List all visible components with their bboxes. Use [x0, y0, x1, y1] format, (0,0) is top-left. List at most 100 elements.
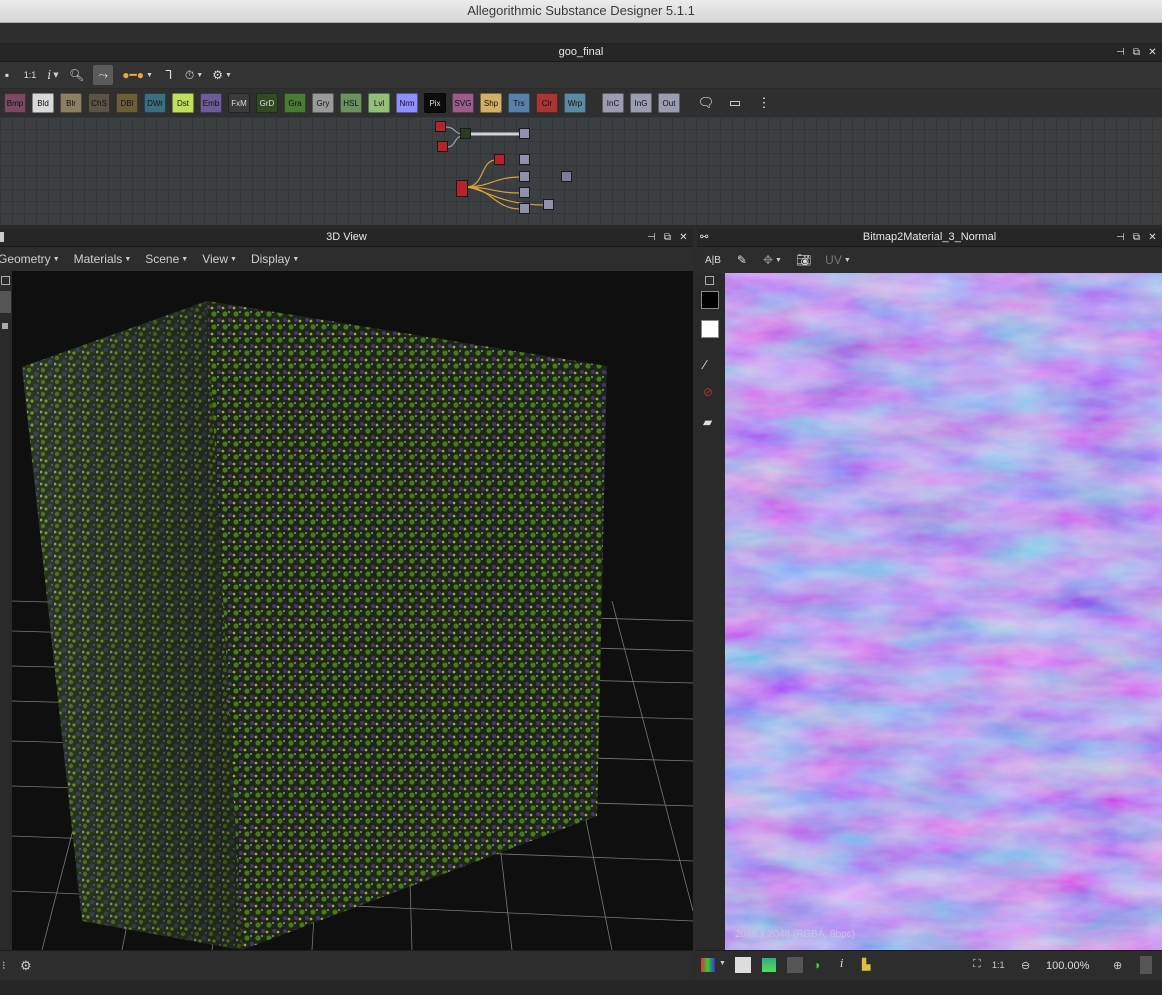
- checker-background-icon[interactable]: [735, 957, 751, 973]
- graph-node-output-3[interactable]: [519, 171, 530, 182]
- node-graph-canvas[interactable]: [0, 117, 1162, 225]
- fit-view-icon[interactable]: ▪: [0, 65, 14, 85]
- node-button-hsl[interactable]: HSL: [340, 93, 362, 113]
- lock-icon[interactable]: [0, 291, 11, 313]
- edit-icon[interactable]: ✎: [735, 250, 749, 270]
- stamp-icon[interactable]: ⊘: [703, 385, 713, 399]
- histogram-icon[interactable]: ▙: [862, 958, 870, 971]
- node-button-chs[interactable]: ChS: [88, 93, 110, 113]
- view2d-toolbar: A|B ✎ ✥ ▼ 📷︎ UV ▼: [697, 247, 1162, 273]
- node-button-gry[interactable]: Gry: [312, 93, 334, 113]
- channel-dropdown-caret[interactable]: ▼: [719, 960, 726, 967]
- zoom-1-1-button[interactable]: 1:1: [23, 65, 37, 85]
- node-button-bmp[interactable]: Bmp: [4, 93, 26, 113]
- search-icon[interactable]: 🔍︎: [69, 65, 84, 85]
- node-button-inc[interactable]: InC: [602, 93, 624, 113]
- uv-toggle[interactable]: UV ▼: [825, 250, 851, 270]
- rgb-mode-icon[interactable]: [787, 957, 803, 973]
- node-button-bld[interactable]: Bld: [32, 93, 54, 113]
- node-button-gra[interactable]: Gra: [284, 93, 306, 113]
- node-button-wrp[interactable]: Wrp: [564, 93, 586, 113]
- camera-icon[interactable]: 📷︎: [796, 250, 811, 270]
- node-button-ing[interactable]: InG: [630, 93, 652, 113]
- graph-node-output-4[interactable]: [561, 171, 572, 182]
- node-button-fxm[interactable]: FxM: [228, 93, 250, 113]
- zoom-1-1-button[interactable]: 1:1: [992, 960, 1005, 970]
- comment-icon[interactable]: 🗨: [697, 94, 715, 112]
- node-button-emb[interactable]: Emb: [200, 93, 222, 113]
- node-button-dbl[interactable]: DBl: [116, 93, 138, 113]
- menu-view[interactable]: View ▼: [202, 252, 237, 266]
- node-button-dwr[interactable]: DWr: [144, 93, 166, 113]
- node-button-trs[interactable]: Trs: [508, 93, 530, 113]
- graph-node-input-1[interactable]: [435, 121, 446, 132]
- node-button-lvl[interactable]: Lvl: [368, 93, 390, 113]
- zoom-out-icon[interactable]: ⊖: [1021, 959, 1030, 972]
- menu-scene[interactable]: Scene ▼: [145, 252, 188, 266]
- menu-scene-label: Scene: [145, 252, 180, 266]
- popout-icon[interactable]: [1, 276, 10, 285]
- gear-icon[interactable]: ⚙ ▼: [212, 65, 232, 85]
- graph-node-blend[interactable]: [460, 128, 471, 139]
- fit-view-icon[interactable]: ⛶: [973, 958, 981, 971]
- node-button-out[interactable]: Out: [658, 93, 680, 113]
- node-button-nrm[interactable]: Nrm: [396, 93, 418, 113]
- graph-links: [445, 126, 546, 210]
- frame-icon[interactable]: ▭: [726, 94, 744, 112]
- node-button-shp[interactable]: Shp: [480, 93, 502, 113]
- layout-icon[interactable]: ⁝: [2, 959, 6, 972]
- timer-icon[interactable]: ⏱ ▼: [185, 65, 203, 85]
- color-mode-icon[interactable]: [762, 958, 776, 972]
- node-button-pix[interactable]: Pix: [424, 93, 446, 113]
- channel-select-icon[interactable]: [701, 958, 715, 972]
- menu-geometry[interactable]: Geometry ▼: [0, 252, 60, 266]
- float-panel-icon[interactable]: ⧉: [662, 232, 673, 243]
- light-icon[interactable]: [2, 323, 8, 329]
- float-panel-icon[interactable]: ⧉: [1131, 232, 1142, 243]
- top-strip: [0, 23, 1162, 44]
- menu-display[interactable]: Display ▼: [251, 252, 299, 266]
- graph-node-output-6[interactable]: [519, 203, 530, 214]
- node-button-dst[interactable]: Dst: [172, 93, 194, 113]
- info-icon[interactable]: i: [840, 957, 844, 970]
- graph-node-output-2[interactable]: [519, 154, 530, 165]
- node-button-grd[interactable]: GrD: [256, 93, 278, 113]
- pin-icon[interactable]: ⋮: [755, 94, 773, 112]
- pin-panel-icon[interactable]: ⊣: [1115, 232, 1126, 243]
- graph-node-bitmap2material[interactable]: [456, 180, 468, 197]
- menu-materials[interactable]: Materials ▼: [74, 252, 132, 266]
- panel-toggle-icon[interactable]: [1140, 956, 1152, 974]
- connection-style-icon[interactable]: ●━● ▼: [122, 65, 153, 85]
- pin-panel-icon[interactable]: ⊣: [646, 232, 657, 243]
- close-panel-icon[interactable]: ✕: [678, 232, 689, 243]
- eraser-icon[interactable]: ▰: [703, 415, 712, 429]
- link-mode-icon[interactable]: ⤳: [93, 65, 114, 85]
- move-icon[interactable]: ✥ ▼: [763, 250, 782, 270]
- node-button-blr[interactable]: Blr: [60, 93, 82, 113]
- popout-icon[interactable]: [705, 276, 714, 285]
- pin-panel-icon[interactable]: ⊣: [1115, 47, 1126, 58]
- primary-color-swatch[interactable]: [701, 291, 719, 309]
- brush-icon[interactable]: ⁄: [704, 357, 706, 372]
- gear-icon[interactable]: ⚙: [20, 958, 32, 974]
- normal-map-preview[interactable]: 2048 x 2048 (RGBA, 8bpc): [725, 273, 1162, 950]
- close-panel-icon[interactable]: ✕: [1147, 47, 1158, 58]
- secondary-color-swatch[interactable]: [701, 320, 719, 338]
- close-panel-icon[interactable]: ✕: [1147, 232, 1158, 243]
- uv-label: UV: [825, 253, 842, 267]
- node-button-svg[interactable]: SVG: [452, 93, 474, 113]
- graph-node-color[interactable]: [494, 154, 505, 165]
- graph-node-output-5[interactable]: [519, 187, 530, 198]
- compare-icon[interactable]: A|B: [705, 250, 721, 270]
- graph-node-output-7[interactable]: [543, 199, 554, 210]
- node-button-clr[interactable]: Clr: [536, 93, 558, 113]
- info-button[interactable]: i ▼: [46, 65, 60, 85]
- graph-node-output-1[interactable]: [519, 128, 530, 139]
- graph-node-input-2[interactable]: [437, 141, 448, 152]
- float-panel-icon[interactable]: ⧉: [1131, 47, 1142, 58]
- 3d-viewport[interactable]: [12, 271, 693, 950]
- align-icon[interactable]: ⅂: [162, 65, 176, 85]
- sphere-icon[interactable]: ◑: [813, 958, 820, 972]
- zoom-in-icon[interactable]: ⊕: [1113, 959, 1122, 972]
- view2d-title: Bitmap2Material_3_Normal: [862, 231, 997, 243]
